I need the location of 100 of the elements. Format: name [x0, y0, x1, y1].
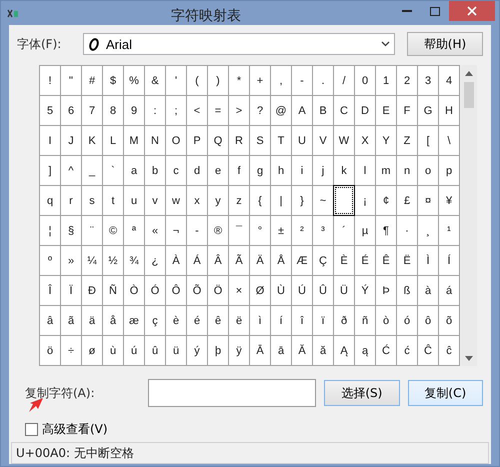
character-cell[interactable]: o [418, 156, 439, 186]
character-cell[interactable]: Y [376, 126, 397, 156]
character-cell[interactable]: Q [208, 126, 229, 156]
character-cell[interactable]: û [145, 336, 166, 366]
character-cell[interactable]: ~ [313, 186, 334, 216]
character-cell[interactable]: ] [40, 156, 61, 186]
character-cell[interactable]: 3 [418, 66, 439, 96]
copy-button[interactable]: 复制(C) [408, 380, 483, 406]
character-cell[interactable]: Ú [292, 276, 313, 306]
character-cell[interactable]: ) [208, 66, 229, 96]
character-cell[interactable]: U [292, 126, 313, 156]
character-cell[interactable]: Ó [145, 276, 166, 306]
help-button[interactable]: 帮助(H) [407, 32, 483, 56]
character-cell[interactable]: ă [313, 336, 334, 366]
character-cell[interactable]: P [187, 126, 208, 156]
character-cell[interactable]: ö [40, 336, 61, 366]
character-cell[interactable]: É [355, 246, 376, 276]
character-cell[interactable]: Æ [292, 246, 313, 276]
character-cell[interactable]: î [292, 306, 313, 336]
character-cell[interactable] [333, 185, 355, 216]
character-cell[interactable]: ĉ [439, 336, 460, 366]
character-cell[interactable]: Ô [166, 276, 187, 306]
character-cell[interactable]: e [208, 156, 229, 186]
character-cell[interactable]: ` [103, 156, 124, 186]
character-cell[interactable]: Ö [208, 276, 229, 306]
character-cell[interactable]: Ø [250, 276, 271, 306]
character-cell[interactable]: ù [103, 336, 124, 366]
character-cell[interactable]: c [166, 156, 187, 186]
character-cell[interactable]: ð [334, 306, 355, 336]
character-cell[interactable]: ¿ [145, 246, 166, 276]
character-cell[interactable]: I [40, 126, 61, 156]
character-cell[interactable]: ® [208, 216, 229, 246]
character-cell[interactable]: ¯ [229, 216, 250, 246]
character-cell[interactable]: M [124, 126, 145, 156]
character-cell[interactable]: R [229, 126, 250, 156]
character-cell[interactable]: 2 [397, 66, 418, 96]
character-cell[interactable]: å [103, 306, 124, 336]
character-cell[interactable]: ü [166, 336, 187, 366]
character-cell[interactable]: ± [271, 216, 292, 246]
character-cell[interactable]: h [271, 156, 292, 186]
character-cell[interactable]: n [397, 156, 418, 186]
character-cell[interactable]: § [61, 216, 82, 246]
character-cell[interactable]: ? [250, 96, 271, 126]
character-cell[interactable]: Ò [124, 276, 145, 306]
character-cell[interactable]: 0 [355, 66, 376, 96]
character-cell[interactable]: ! [40, 66, 61, 96]
character-cell[interactable]: t [103, 186, 124, 216]
character-cell[interactable]: à [418, 276, 439, 306]
character-cell[interactable]: ´ [334, 216, 355, 246]
character-cell[interactable]: 9 [124, 96, 145, 126]
character-cell[interactable]: µ [355, 216, 376, 246]
character-cell[interactable]: ^ [61, 156, 82, 186]
character-cell[interactable]: Ü [334, 276, 355, 306]
font-dropdown[interactable]: Arial [83, 33, 395, 55]
character-cell[interactable]: T [271, 126, 292, 156]
character-cell[interactable]: . [313, 66, 334, 96]
character-cell[interactable]: Ý [355, 276, 376, 306]
character-cell[interactable]: x [187, 186, 208, 216]
character-cell[interactable]: + [250, 66, 271, 96]
character-cell[interactable]: D [355, 96, 376, 126]
character-cell[interactable]: ( [187, 66, 208, 96]
character-cell[interactable]: ñ [355, 306, 376, 336]
character-cell[interactable]: í [271, 306, 292, 336]
character-cell[interactable]: $ [103, 66, 124, 96]
character-cell[interactable]: ³ [313, 216, 334, 246]
character-cell[interactable]: ä [82, 306, 103, 336]
close-button[interactable] [449, 1, 495, 21]
character-cell[interactable]: ² [292, 216, 313, 246]
character-cell[interactable]: Ć [376, 336, 397, 366]
character-cell[interactable]: ¤ [418, 186, 439, 216]
character-cell[interactable]: z [229, 186, 250, 216]
character-cell[interactable]: Á [187, 246, 208, 276]
character-cell[interactable]: y [208, 186, 229, 216]
scrollbar-thumb[interactable] [464, 82, 474, 108]
character-cell[interactable]: ¶ [376, 216, 397, 246]
characters-input-field[interactable] [148, 379, 316, 407]
character-cell[interactable]: 8 [103, 96, 124, 126]
character-cell[interactable]: & [145, 66, 166, 96]
character-cell[interactable]: O [166, 126, 187, 156]
character-cell[interactable]: Ð [82, 276, 103, 306]
character-cell[interactable]: / [334, 66, 355, 96]
character-cell[interactable]: _ [82, 156, 103, 186]
character-cell[interactable]: ¦ [40, 216, 61, 246]
character-cell[interactable]: k [334, 156, 355, 186]
character-cell[interactable]: ¼ [82, 246, 103, 276]
character-cell[interactable]: l [355, 156, 376, 186]
character-cell[interactable]: < [187, 96, 208, 126]
character-cell[interactable]: Ă [292, 336, 313, 366]
character-cell[interactable]: ¬ [166, 216, 187, 246]
character-cell[interactable]: ô [418, 306, 439, 336]
character-cell[interactable]: L [103, 126, 124, 156]
character-cell[interactable]: ¾ [124, 246, 145, 276]
character-cell[interactable]: { [250, 186, 271, 216]
character-cell[interactable]: X [355, 126, 376, 156]
character-cell[interactable]: õ [439, 306, 460, 336]
character-cell[interactable]: æ [124, 306, 145, 336]
character-cell[interactable]: ¸ [418, 216, 439, 246]
character-cell[interactable]: Û [313, 276, 334, 306]
character-cell[interactable]: ã [61, 306, 82, 336]
character-cell[interactable]: þ [208, 336, 229, 366]
